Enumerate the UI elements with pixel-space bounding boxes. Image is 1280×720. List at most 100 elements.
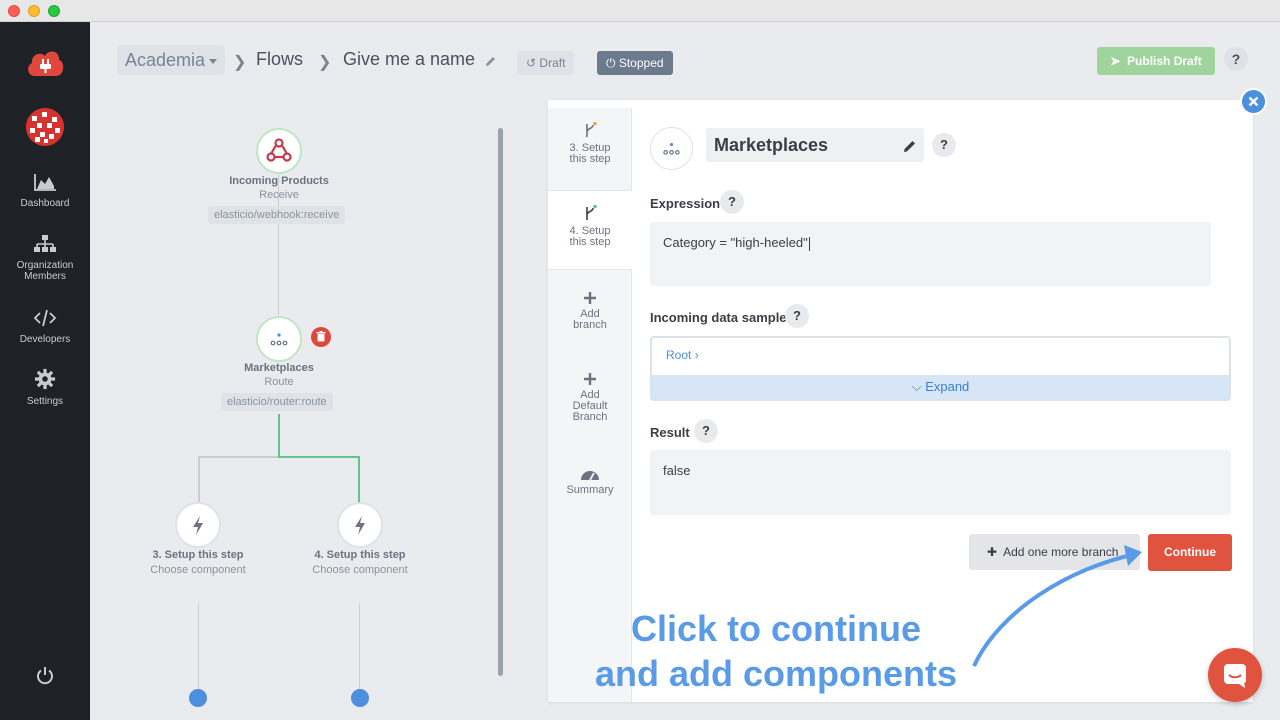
node-title: Incoming Products xyxy=(229,175,329,187)
dashboard-gauge-icon xyxy=(581,471,599,481)
node-title: Marketplaces xyxy=(244,362,314,374)
close-icon xyxy=(1248,96,1259,107)
branch-icon xyxy=(586,121,597,137)
nav-settings[interactable]: Settings xyxy=(0,368,90,407)
trash-icon xyxy=(316,331,326,342)
nav-dashboard[interactable]: Dashboard xyxy=(0,172,90,209)
bolt-icon xyxy=(355,516,365,535)
close-panel-button[interactable] xyxy=(1240,88,1267,115)
connector-line xyxy=(198,456,280,458)
help-icon[interactable]: ? xyxy=(694,419,718,443)
chevron-right-icon: › xyxy=(694,348,699,362)
connector-line xyxy=(359,603,360,689)
plus-icon xyxy=(584,292,596,304)
connector-line xyxy=(358,456,360,502)
flow-node-step-4[interactable] xyxy=(337,502,383,548)
incoming-data-sample: Root › ⌵ Expand xyxy=(650,336,1231,401)
zoom-window-button[interactable] xyxy=(48,5,60,17)
chevron-down-icon: ⌵ xyxy=(911,379,922,394)
flow-name[interactable]: Give me a name xyxy=(343,49,475,70)
code-icon xyxy=(33,309,57,327)
callout-annotation: Click to continue and add components xyxy=(560,606,992,696)
branch-icon xyxy=(586,204,597,220)
step-item-label: this step xyxy=(569,236,611,248)
flow-node-marketplaces[interactable] xyxy=(256,316,302,362)
webhook-icon xyxy=(266,138,292,162)
nav-org-label-line1: Organization xyxy=(16,260,74,271)
node-component-tag: elasticio/webhook:receive xyxy=(208,206,346,224)
nav-developers[interactable]: Developers xyxy=(0,308,90,345)
delete-node-button[interactable] xyxy=(311,327,331,347)
organization-avatar[interactable] xyxy=(26,108,64,146)
window-titlebar xyxy=(0,0,1280,22)
plus-icon xyxy=(584,373,596,385)
chat-icon[interactable] xyxy=(1208,648,1262,702)
text-cursor xyxy=(808,236,810,251)
breadcrumb-flows[interactable]: Flows xyxy=(256,49,303,70)
node-subtitle: Choose component xyxy=(312,564,408,576)
publish-draft-button[interactable]: ➤ Publish Draft xyxy=(1097,47,1215,75)
pencil-icon[interactable] xyxy=(485,54,497,72)
node-subtitle: Route xyxy=(264,376,294,388)
node-component-tag: elasticio/router:route xyxy=(221,393,333,411)
node-subtitle: Receive xyxy=(259,189,299,201)
router-icon xyxy=(270,333,288,346)
expression-input[interactable]: Category = "high-heeled" xyxy=(650,222,1211,286)
org-chart-icon xyxy=(34,235,56,252)
add-branch-tab[interactable]: Add branch xyxy=(548,290,632,331)
summary-tab[interactable]: Summary xyxy=(548,466,632,496)
draft-badge[interactable]: ↺ Draft xyxy=(517,51,575,75)
power-icon[interactable] xyxy=(35,666,55,686)
node-subtitle: Choose component xyxy=(150,564,246,576)
continue-button[interactable]: Continue xyxy=(1148,534,1232,571)
help-button[interactable]: ? xyxy=(1224,47,1248,71)
incoming-sample-label: Incoming data sample xyxy=(650,310,787,325)
help-icon[interactable]: ? xyxy=(720,190,744,214)
connector-line xyxy=(198,456,200,502)
expand-button[interactable]: ⌵ Expand xyxy=(652,375,1229,399)
workspace-name: Academia xyxy=(125,50,206,70)
step-item-4[interactable]: 4. Setup this step xyxy=(548,190,632,270)
sidebar: Dashboard Organization Members Developer… xyxy=(0,22,90,720)
chevron-right-icon: ❯ xyxy=(233,54,247,71)
root-link[interactable]: Root › xyxy=(666,348,699,362)
nav-organization-members[interactable]: Organization Members xyxy=(0,234,90,282)
expand-label: Expand xyxy=(925,379,970,394)
status-badge[interactable]: ⏻ Stopped xyxy=(597,51,673,75)
add-default-branch-tab[interactable]: Add Default Branch xyxy=(548,371,632,423)
node-title: 3. Setup this step xyxy=(152,549,244,561)
summary-label: Summary xyxy=(566,484,614,496)
plug-cloud-icon[interactable] xyxy=(25,46,65,80)
nav-dashboard-label: Dashboard xyxy=(20,198,70,209)
add-default-label: Branch xyxy=(572,411,608,423)
add-step-plus-icon[interactable] xyxy=(351,689,369,707)
node-title: 4. Setup this step xyxy=(314,549,406,561)
add-step-plus-icon[interactable] xyxy=(189,689,207,707)
close-window-button[interactable] xyxy=(8,5,20,17)
paper-plane-icon: ➤ xyxy=(1110,54,1121,68)
expression-value: Category = "high-heeled" xyxy=(663,235,808,250)
callout-line-2: and add components xyxy=(594,653,958,694)
flow-node-step-3[interactable] xyxy=(175,502,221,548)
chevron-right-icon: ❯ xyxy=(318,54,332,71)
expression-label: Expression xyxy=(650,196,721,211)
canvas-scrollbar[interactable] xyxy=(498,128,503,676)
callout-arrow-icon xyxy=(972,545,1142,667)
pencil-icon[interactable] xyxy=(903,139,917,158)
gear-icon xyxy=(34,368,56,390)
flow-node-incoming-products[interactable] xyxy=(256,128,302,174)
step-item-3[interactable]: 3. Setup this step xyxy=(548,121,632,182)
workspace-selector[interactable]: Academia xyxy=(117,45,226,75)
draft-badge-label: Draft xyxy=(539,56,566,70)
add-branch-label: branch xyxy=(573,319,607,331)
help-icon[interactable]: ? xyxy=(932,133,956,157)
step-name-field[interactable]: Marketplaces xyxy=(706,128,924,162)
nav-settings-label: Settings xyxy=(26,396,64,407)
result-output: false xyxy=(650,450,1231,515)
help-icon[interactable]: ? xyxy=(785,304,809,328)
step-item-label: this step xyxy=(569,153,611,165)
minimize-window-button[interactable] xyxy=(28,5,40,17)
nav-developers-label: Developers xyxy=(19,334,71,345)
bolt-icon xyxy=(193,516,203,535)
connector-line xyxy=(278,456,360,458)
